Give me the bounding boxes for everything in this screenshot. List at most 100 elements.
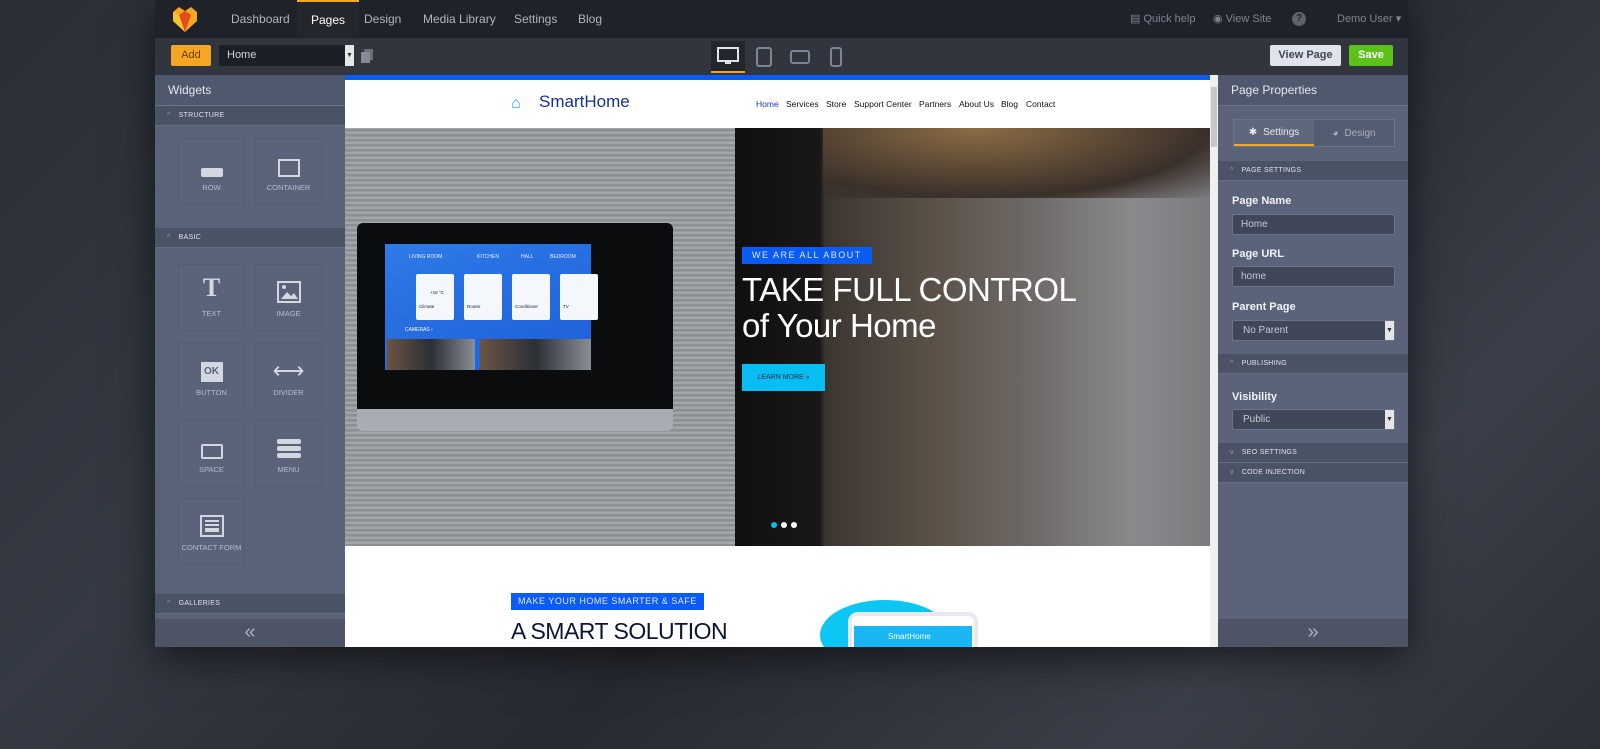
section-badge: MAKE YOUR HOME SMARTER & SAFE: [511, 593, 704, 610]
site-builder-app: Dashboard Pages Design Media Library Set…: [155, 0, 1408, 647]
site-nav-support[interactable]: Support Center: [854, 99, 912, 109]
nav-dashboard[interactable]: Dashboard: [231, 0, 290, 38]
widget-button[interactable]: OK BUTTON: [178, 343, 245, 410]
chevron-down-icon: ▼: [1385, 321, 1394, 340]
hero-badge: WE ARE ALL ABOUT: [742, 247, 872, 264]
visibility-select[interactable]: Public ▼: [1232, 409, 1395, 430]
widget-menu[interactable]: MENU: [255, 420, 322, 487]
slide-dot[interactable]: [771, 522, 777, 528]
section-page-settings[interactable]: ^ PAGE SETTINGS: [1218, 161, 1408, 181]
menu-icon: [276, 439, 301, 458]
site-nav-store[interactable]: Store: [826, 99, 846, 109]
space-icon: [200, 444, 223, 459]
chevron-up-icon: ^: [1230, 360, 1234, 367]
widget-contact-form[interactable]: CONTACT FORM: [178, 498, 245, 565]
collapse-left-button[interactable]: «: [155, 619, 345, 647]
tablet-image: LIVING ROOM KITCHEN HALL BEDROOM Climate…: [357, 223, 673, 431]
tablet-icon: [756, 47, 772, 67]
chevron-up-icon: ^: [167, 600, 171, 607]
nav-pages[interactable]: Pages: [297, 0, 360, 38]
section-galleries[interactable]: ^ GALLERIES: [155, 594, 345, 614]
section-structure[interactable]: ^ STRUCTURE: [155, 106, 345, 126]
section-basic[interactable]: ^ BASIC: [155, 228, 345, 248]
page-url-input[interactable]: home: [1232, 266, 1395, 287]
page-select[interactable]: Home ▼: [219, 45, 354, 66]
arrows-horizontal-icon: ⟷: [272, 358, 305, 383]
wifi-home-icon: ⌂: [511, 95, 521, 112]
double-chevron-right-icon: »: [1307, 621, 1319, 643]
caret-down-icon: ▾: [1395, 13, 1402, 25]
device-tablet[interactable]: [747, 41, 781, 73]
view-page-button[interactable]: View Page: [1270, 45, 1341, 66]
text-icon: T: [202, 273, 221, 302]
phone-image: SmartHome: [848, 612, 978, 647]
section-seo[interactable]: v SEO SETTINGS: [1218, 443, 1408, 463]
widget-divider[interactable]: ⟷ DIVIDER: [255, 343, 322, 410]
top-nav: Dashboard Pages Design Media Library Set…: [155, 0, 1408, 38]
settings-icon: ✱: [1248, 126, 1258, 138]
site-nav-partners[interactable]: Partners: [919, 99, 951, 109]
page-properties-panel: Page Properties ✱ Settings ◕ Design ^ PAGE …: [1218, 75, 1408, 647]
add-button[interactable]: Add: [171, 45, 211, 66]
form-icon: [199, 515, 224, 537]
nav-settings[interactable]: Settings: [514, 0, 557, 38]
eye-icon: ◉: [1213, 13, 1223, 25]
nav-media-library[interactable]: Media Library: [423, 0, 496, 38]
row-icon: [200, 168, 223, 177]
widgets-panel: Widgets ^ STRUCTURE ROW CONTAINER ^ BASIC …: [155, 75, 345, 647]
chevron-down-icon: v: [1230, 449, 1234, 456]
nav-design[interactable]: Design: [364, 0, 401, 38]
page-name-input[interactable]: Home: [1232, 214, 1395, 235]
device-desktop[interactable]: [711, 41, 745, 73]
double-chevron-left-icon: «: [244, 621, 256, 643]
hero-slider: LIVING ROOM KITCHEN HALL BEDROOM Climate…: [345, 128, 1210, 546]
canvas-scrollbar[interactable]: [1210, 75, 1218, 647]
image-icon: [276, 281, 301, 303]
learn-more-button[interactable]: LEARN MORE »: [742, 364, 825, 391]
slider-dots: [771, 522, 797, 528]
site-nav-about[interactable]: About Us: [959, 99, 994, 109]
site-nav-blog[interactable]: Blog: [1001, 99, 1018, 109]
view-site-link[interactable]: ◉ View Site: [1213, 0, 1271, 38]
page-canvas[interactable]: ⌂ SmartHome Home Services Store Support …: [345, 75, 1218, 647]
site-nav-home[interactable]: Home: [756, 99, 779, 109]
site-nav-contact[interactable]: Contact: [1026, 99, 1055, 109]
site-nav-services[interactable]: Services: [786, 99, 819, 109]
chevron-up-icon: ^: [1230, 167, 1234, 174]
properties-tabs: ✱ Settings ◕ Design: [1233, 119, 1395, 147]
slide-dot[interactable]: [791, 522, 797, 528]
chevron-down-icon: v: [1230, 469, 1234, 476]
help-icon[interactable]: ?: [1292, 12, 1306, 26]
chevron-down-icon: ▼: [1385, 410, 1394, 429]
site-brand[interactable]: SmartHome: [539, 92, 630, 112]
desktop-icon: [717, 47, 739, 64]
chevron-up-icon: ^: [167, 112, 171, 119]
section-code-injection[interactable]: v CODE INJECTION: [1218, 463, 1408, 483]
copy-icon[interactable]: [361, 49, 373, 63]
collapse-right-button[interactable]: »: [1218, 619, 1408, 647]
widget-image[interactable]: IMAGE: [255, 264, 322, 331]
toolbar: Add Home ▼ View Page Save: [155, 38, 1408, 75]
nav-blog[interactable]: Blog: [578, 0, 602, 38]
parent-page-select[interactable]: No Parent ▼: [1232, 320, 1395, 341]
tab-design[interactable]: ◕ Design: [1314, 120, 1394, 146]
book-icon: ▤: [1130, 13, 1141, 25]
save-button[interactable]: Save: [1349, 45, 1393, 66]
section-publishing[interactable]: ^ PUBLISHING: [1218, 354, 1408, 374]
properties-title: Page Properties: [1218, 75, 1408, 106]
mobile-icon: [830, 47, 842, 67]
device-mobile[interactable]: [819, 41, 853, 73]
widget-space[interactable]: SPACE: [178, 420, 245, 487]
user-menu[interactable]: Demo User ▾: [1337, 0, 1401, 38]
container-icon: [277, 159, 300, 177]
slide-dot[interactable]: [781, 522, 787, 528]
hero-title: TAKE FULL CONTROL of Your Home: [742, 271, 1077, 344]
quick-help-link[interactable]: ▤ Quick help: [1130, 0, 1195, 38]
widget-row[interactable]: ROW: [178, 138, 245, 205]
widgets-title: Widgets: [155, 75, 345, 106]
tab-settings[interactable]: ✱ Settings: [1234, 120, 1314, 146]
widget-container[interactable]: CONTAINER: [255, 138, 322, 205]
widget-text[interactable]: T TEXT: [178, 264, 245, 331]
site-header: ⌂ SmartHome Home Services Store Support …: [345, 80, 1210, 128]
device-tablet-landscape[interactable]: [783, 41, 817, 73]
